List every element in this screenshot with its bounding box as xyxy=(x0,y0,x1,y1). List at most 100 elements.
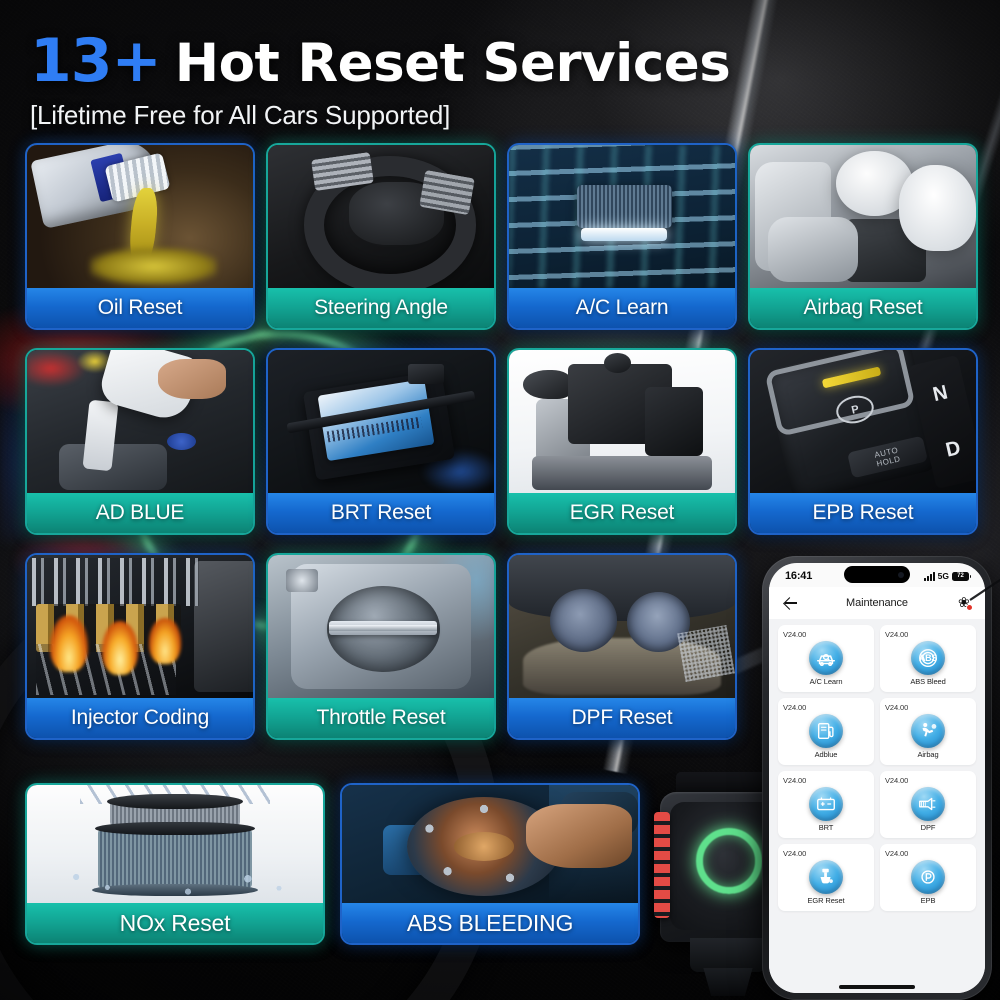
tile-name: A/C Learn xyxy=(809,677,843,686)
function-tile[interactable]: V24.00 EPB xyxy=(880,844,976,911)
phone-content: V24.00 A/C Learn V24.00 ABS ABS Bleed V2… xyxy=(769,619,985,981)
function-tile[interactable]: V24.00 Airbag xyxy=(880,698,976,765)
service-card-label: AD BLUE xyxy=(27,493,253,533)
service-card[interactable]: AUTOHOLD ND EPB Reset xyxy=(748,348,978,535)
function-tile[interactable]: V24.00 DPF xyxy=(880,771,976,838)
service-card[interactable]: Airbag Reset xyxy=(748,143,978,330)
service-card[interactable]: NOx Reset xyxy=(25,783,325,945)
battery-icon: 72 xyxy=(952,571,971,581)
battery-icon xyxy=(809,787,843,821)
obd-connector-plug xyxy=(703,968,753,996)
function-tile[interactable]: V24.00 Adblue xyxy=(778,698,874,765)
ac-learn-icon xyxy=(809,641,843,675)
nox-catalyst-icon xyxy=(27,785,323,903)
adblue-icon xyxy=(809,714,843,748)
status-time: 16:41 xyxy=(785,570,813,582)
service-card[interactable]: DPF Reset xyxy=(507,553,737,740)
service-card-image xyxy=(268,350,494,493)
tile-version: V24.00 xyxy=(885,776,909,785)
service-card-label: ABS BLEEDING xyxy=(342,903,638,943)
service-card-label: EGR Reset xyxy=(509,493,735,533)
service-card[interactable]: Injector Coding xyxy=(25,553,255,740)
function-tile[interactable]: V24.00 ABS ABS Bleed xyxy=(880,625,976,692)
tile-version: V24.00 xyxy=(783,776,807,785)
airbag-icon xyxy=(911,714,945,748)
service-card[interactable]: Oil Reset xyxy=(25,143,255,330)
phone-status-bar: 16:41 5G 72 xyxy=(769,563,985,587)
maintenance-function-grid: V24.00 A/C Learn V24.00 ABS ABS Bleed V2… xyxy=(778,625,976,911)
throttle-body-icon xyxy=(268,555,494,698)
phone-screen: 16:41 5G 72 Maintenance ❀ V24.00 A/C Lea… xyxy=(769,563,985,993)
service-card[interactable]: A/C Learn xyxy=(507,143,737,330)
tile-version: V24.00 xyxy=(885,703,909,712)
airbag-icon xyxy=(750,145,976,288)
tile-version: V24.00 xyxy=(783,703,807,712)
service-card-image: AUTOHOLD ND xyxy=(750,350,976,493)
tile-name: DPF xyxy=(920,823,936,832)
service-card-label: Steering Angle xyxy=(268,288,494,328)
tile-name: BRT xyxy=(818,823,834,832)
service-card[interactable]: Steering Angle xyxy=(266,143,496,330)
service-card-label: DPF Reset xyxy=(509,698,735,738)
dpf-icon xyxy=(911,787,945,821)
function-tile[interactable]: V24.00 BRT xyxy=(778,771,874,838)
epb-icon xyxy=(911,860,945,894)
cable xyxy=(969,578,1000,601)
adblue-pour-icon xyxy=(27,350,253,493)
service-card[interactable]: BRT Reset xyxy=(266,348,496,535)
service-card[interactable]: AD BLUE xyxy=(25,348,255,535)
service-card-label: Oil Reset xyxy=(27,288,253,328)
function-tile[interactable]: V24.00 A/C Learn xyxy=(778,625,874,692)
dongle-left-grip xyxy=(654,812,670,918)
service-card-image xyxy=(27,555,253,698)
service-card-label: BRT Reset xyxy=(268,493,494,533)
brake-disc-icon xyxy=(342,785,638,903)
steering-wheel-icon xyxy=(268,145,494,288)
service-card-image xyxy=(509,145,735,288)
service-card[interactable]: Throttle Reset xyxy=(266,553,496,740)
tile-name: EPB xyxy=(920,896,936,905)
tile-name: Adblue xyxy=(814,750,838,759)
service-card-label: A/C Learn xyxy=(509,288,735,328)
dynamic-island xyxy=(844,566,910,583)
piston-flame-icon xyxy=(27,555,253,698)
exhaust-dpf-icon xyxy=(509,555,735,698)
service-card[interactable]: EGR Reset xyxy=(507,348,737,535)
status-led-ring xyxy=(696,828,762,894)
service-card-image xyxy=(27,785,323,903)
egr-valve-icon xyxy=(509,350,735,493)
tile-name: Airbag xyxy=(917,750,939,759)
tile-version: V24.00 xyxy=(783,630,807,639)
egr-icon xyxy=(809,860,843,894)
smartphone-mockup: 16:41 5G 72 Maintenance ❀ V24.00 A/C Lea… xyxy=(762,556,1000,1000)
service-card-label: Airbag Reset xyxy=(750,288,976,328)
service-card-label: Throttle Reset xyxy=(268,698,494,738)
phone-screen-title: Maintenance xyxy=(846,597,908,609)
service-card-image xyxy=(509,350,735,493)
tile-version: V24.00 xyxy=(885,849,909,858)
service-card-image xyxy=(509,555,735,698)
service-card-image xyxy=(750,145,976,288)
tile-version: V24.00 xyxy=(885,630,909,639)
parking-brake-switch-icon: AUTOHOLD ND xyxy=(750,350,976,493)
back-arrow-icon[interactable] xyxy=(781,594,799,612)
service-card-image xyxy=(342,785,638,903)
car-battery-icon xyxy=(268,350,494,493)
service-card-image xyxy=(27,350,253,493)
tile-name: EGR Reset xyxy=(807,896,845,905)
tile-name: ABS Bleed xyxy=(910,677,946,686)
service-card-image xyxy=(27,145,253,288)
service-card-image xyxy=(268,555,494,698)
phone-frame: 16:41 5G 72 Maintenance ❀ V24.00 A/C Lea… xyxy=(762,556,992,1000)
oil-pour-icon xyxy=(27,145,253,288)
abs-icon: ABS xyxy=(911,641,945,675)
ac-vent-icon xyxy=(509,145,735,288)
service-card-label: Injector Coding xyxy=(27,698,253,738)
service-card-label: NOx Reset xyxy=(27,903,323,943)
network-type: 5G xyxy=(937,571,949,581)
phone-nav-bar: Maintenance ❀ xyxy=(769,587,985,619)
home-indicator xyxy=(769,981,985,993)
service-card[interactable]: ABS BLEEDING xyxy=(340,783,640,945)
service-card-label: EPB Reset xyxy=(750,493,976,533)
function-tile[interactable]: V24.00 EGR Reset xyxy=(778,844,874,911)
